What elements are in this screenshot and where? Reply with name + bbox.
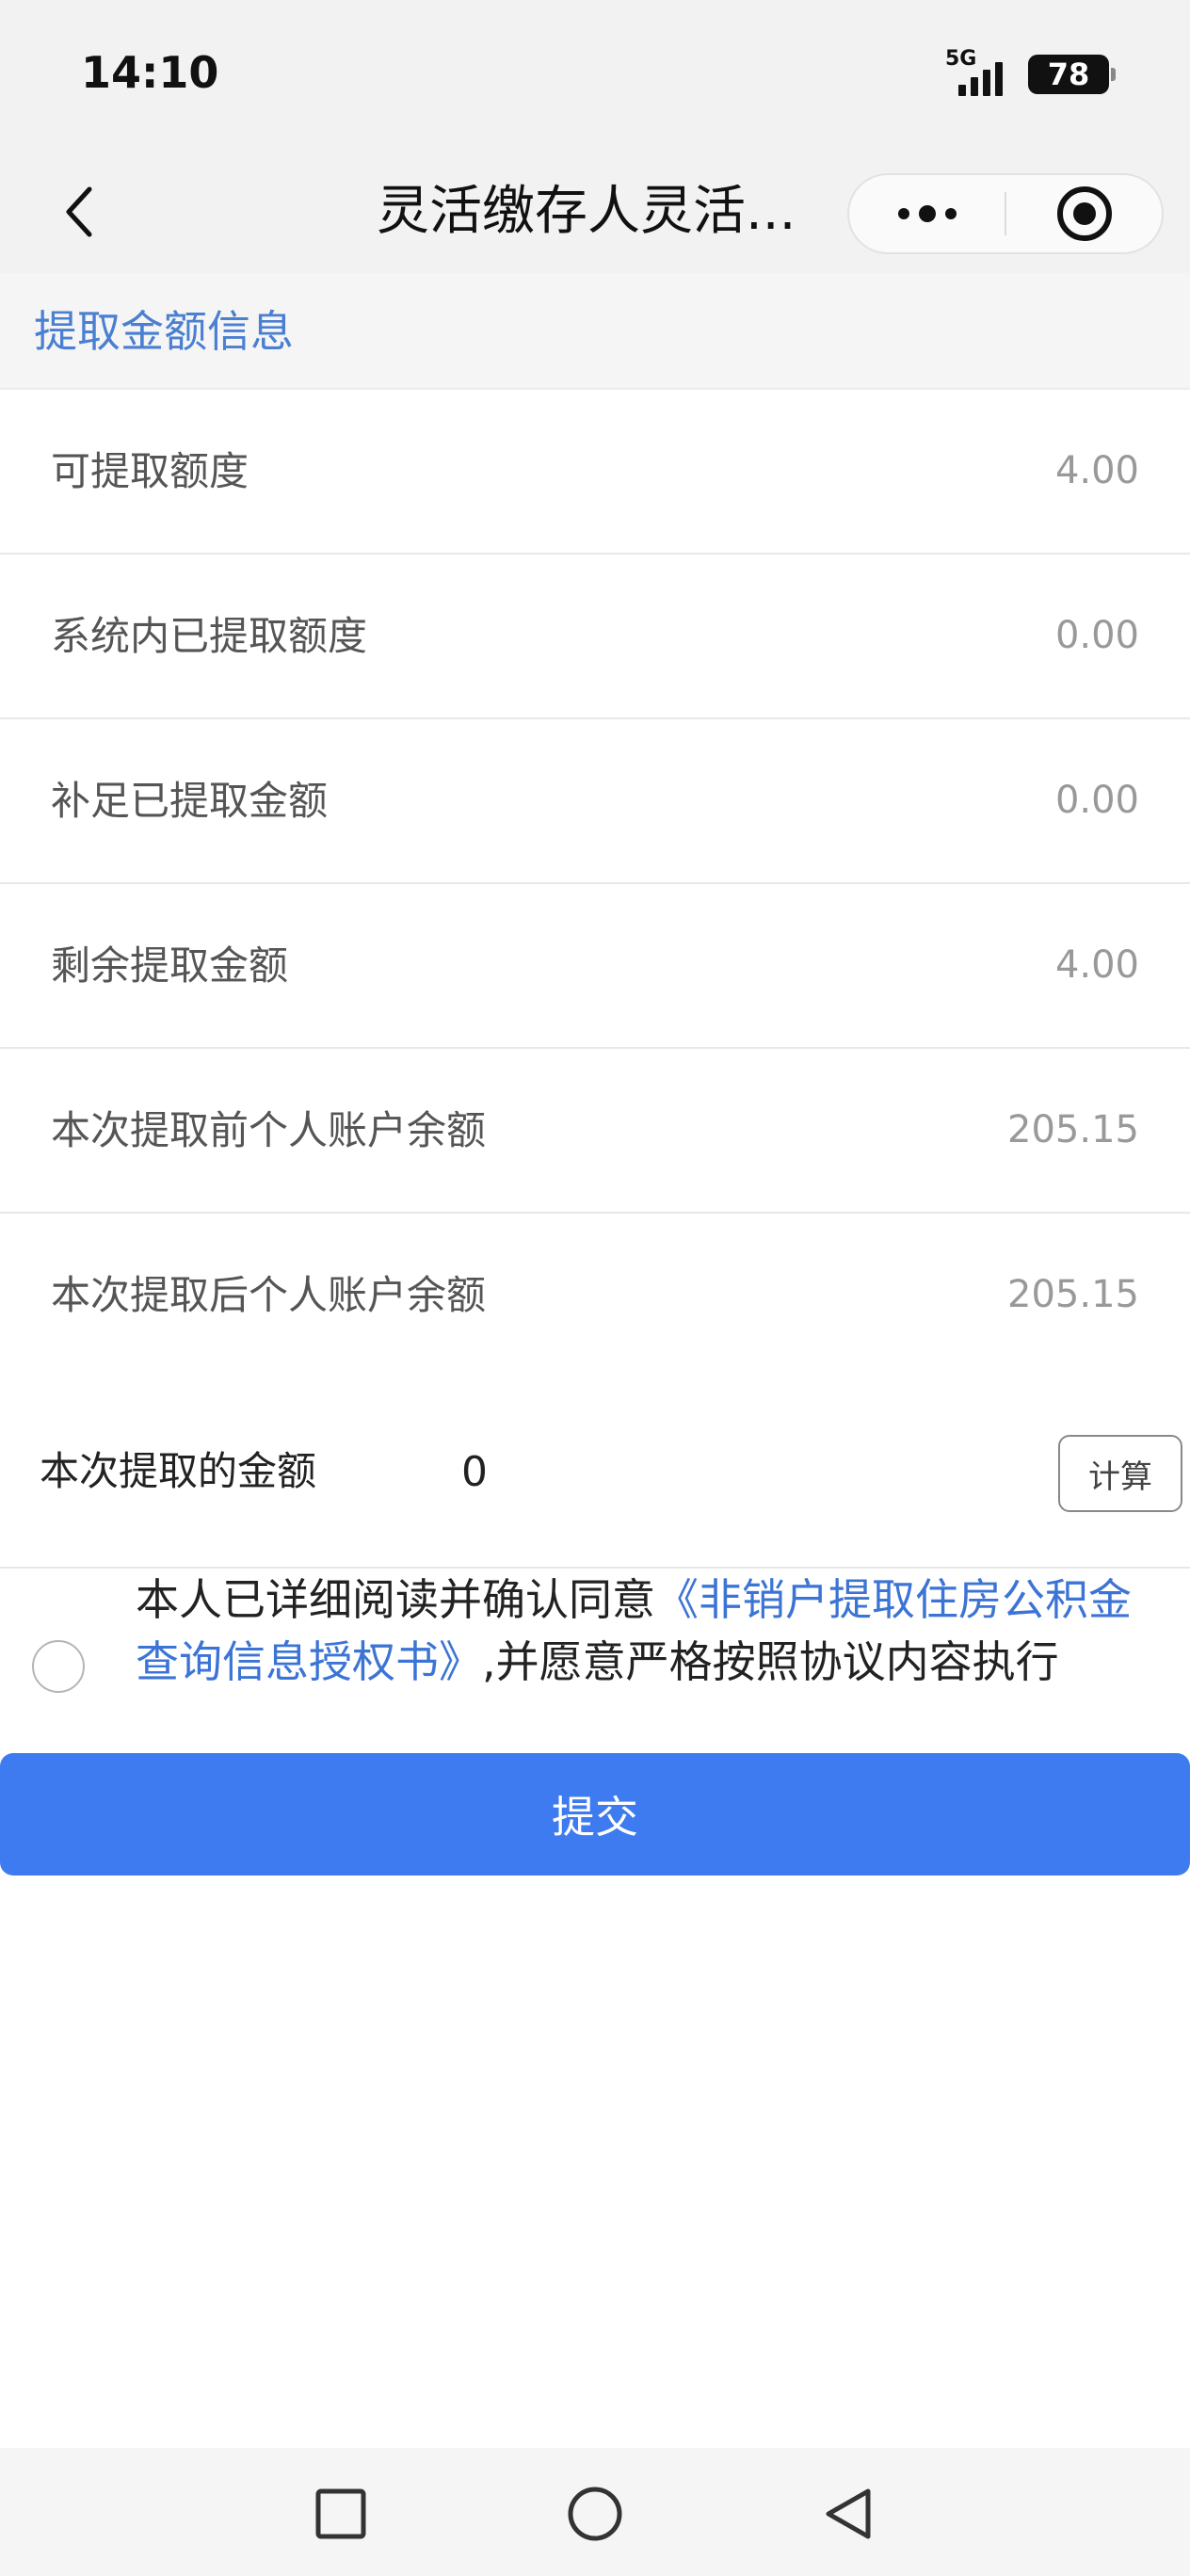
amount-input-row: 本次提取的金额 计算 (0, 1375, 1190, 1569)
chevron-left-icon (66, 186, 92, 237)
page-title: 灵活缴存人灵活... (377, 181, 796, 242)
row-label: 可提取额度 (51, 448, 249, 494)
row-value: 0.00 (1054, 614, 1139, 657)
calculate-button[interactable]: 计算 (1058, 1435, 1182, 1512)
circle-icon (568, 2487, 622, 2541)
section-header: 提取金额信息 (0, 273, 1190, 390)
info-row-balance-before: 本次提取前个人账户余额 205.15 (0, 1049, 1190, 1214)
amount-input[interactable] (461, 1431, 1026, 1512)
system-nav-bar (0, 2448, 1190, 2576)
info-row-balance-after: 本次提取后个人账户余额 205.15 (0, 1214, 1190, 1378)
amount-label: 本次提取的金额 (40, 1448, 317, 1494)
system-back-button[interactable] (812, 2476, 887, 2552)
info-row-remaining: 剩余提取金额 4.00 (0, 884, 1190, 1049)
recents-button[interactable] (303, 2476, 378, 2552)
nav-bar: 灵活缴存人灵活... (0, 151, 1190, 273)
agreement-suffix: ,并愿意严格按照协议内容执行 (482, 1636, 1059, 1687)
row-value: 205.15 (1007, 1108, 1139, 1151)
status-indicators: 5G 78 (945, 47, 1116, 98)
target-icon (1056, 186, 1112, 241)
submit-button[interactable]: 提交 (0, 1753, 1190, 1876)
row-value: 4.00 (1054, 449, 1139, 492)
row-value: 4.00 (1054, 943, 1139, 987)
home-button[interactable] (557, 2476, 633, 2552)
more-dots-icon (897, 205, 957, 222)
close-mini-program-button[interactable] (1006, 175, 1162, 252)
status-time: 14:10 (81, 47, 219, 98)
more-button[interactable] (849, 175, 1005, 252)
row-label: 补足已提取金额 (51, 778, 329, 824)
signal-icon: 5G (945, 47, 1017, 96)
agreement-prefix: 本人已详细阅读并确认同意 (136, 1574, 655, 1625)
row-label: 剩余提取金额 (51, 942, 289, 989)
info-row-available-quota: 可提取额度 4.00 (0, 390, 1190, 555)
agreement-text: 本人已详细阅读并确认同意《非销户提取住房公积金查询信息授权书》,并愿意严格按照协… (136, 1569, 1162, 1693)
triangle-back-icon (826, 2488, 871, 2539)
battery-level: 78 (1047, 56, 1090, 92)
agreement-radio[interactable] (32, 1640, 85, 1693)
row-label: 本次提取后个人账户余额 (51, 1272, 487, 1318)
info-row-supplement-withdrawn: 补足已提取金额 0.00 (0, 719, 1190, 884)
battery-icon: 78 (1028, 55, 1116, 94)
row-value: 0.00 (1054, 779, 1139, 822)
row-label: 系统内已提取额度 (51, 613, 368, 659)
row-label: 本次提取前个人账户余额 (51, 1107, 487, 1153)
status-bar: 14:10 5G 78 (0, 0, 1190, 151)
square-icon (315, 2488, 366, 2539)
section-title: 提取金额信息 (34, 306, 294, 357)
mini-program-capsule (847, 173, 1164, 254)
agreement-row: 本人已详细阅读并确认同意《非销户提取住房公积金查询信息授权书》,并愿意严格按照协… (0, 1569, 1190, 1751)
row-value: 205.15 (1007, 1273, 1139, 1316)
info-row-system-withdrawn: 系统内已提取额度 0.00 (0, 555, 1190, 719)
back-button[interactable] (38, 169, 122, 254)
